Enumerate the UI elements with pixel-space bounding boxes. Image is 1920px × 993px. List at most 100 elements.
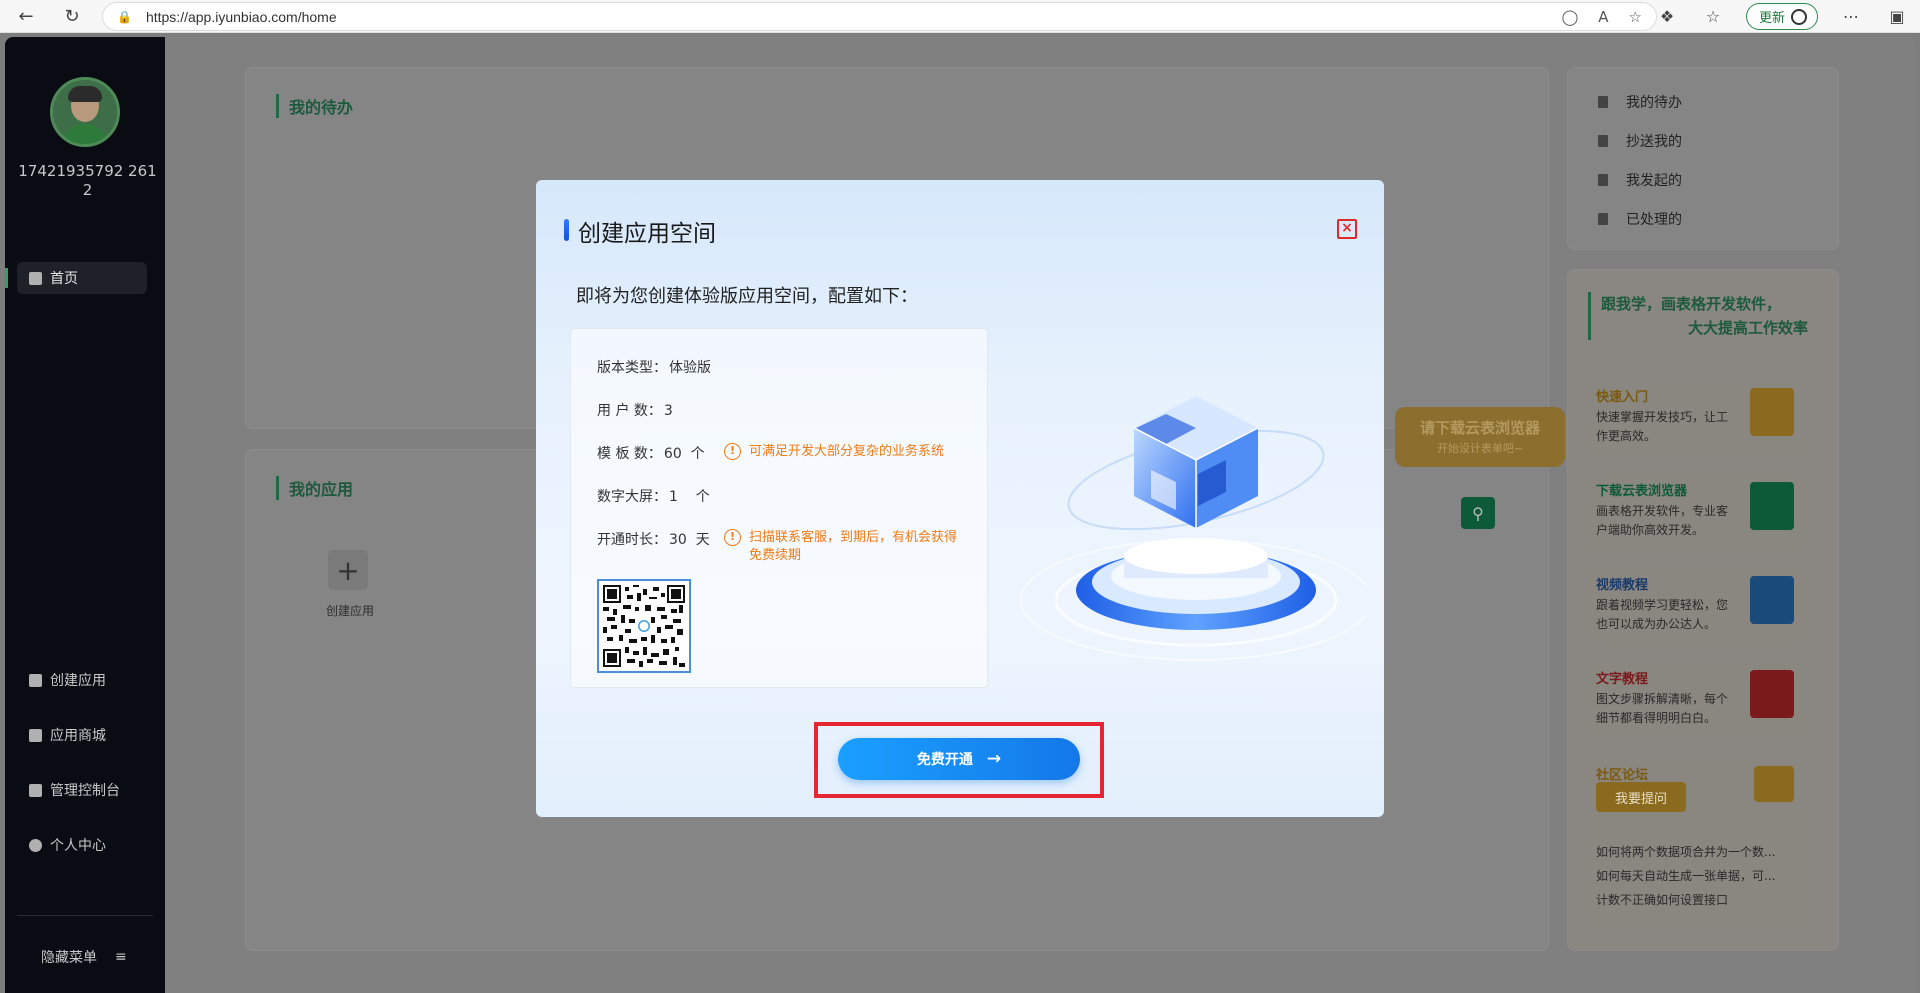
link-label: 已处理的 [1626, 212, 1682, 228]
doc-icon [1598, 174, 1608, 186]
row-label: 模 板 数： [597, 446, 662, 462]
forum-post[interactable]: 如何将两个数据项合并为一个数... [1596, 840, 1796, 864]
refresh-icon[interactable]: ↻ [58, 2, 86, 30]
forum-post[interactable]: 计数不正确如何设置接口 [1596, 888, 1796, 912]
promo-title: 请下载云表浏览器 [1419, 419, 1540, 437]
create-space-modal: 创建应用空间 × 即将为您创建体验版应用空间，配置如下： 版本类型： 体验版 用 … [536, 180, 1384, 817]
quick-links-card: 我的待办 抄送我的 我发起的 已处理的 [1567, 67, 1839, 250]
link-initiated[interactable]: 我发起的 [1598, 170, 1682, 190]
sidebar-toggle-icon[interactable]: ▣ [1874, 7, 1920, 26]
version-type-row: 版本类型： 体验版 [597, 357, 711, 377]
download-icon [1750, 482, 1794, 530]
ask-question-button[interactable]: 我要提问 [1596, 782, 1686, 812]
link-my-todo[interactable]: 我的待办 [1598, 92, 1682, 112]
modal-title: 创建应用空间 [564, 214, 716, 248]
templates-row: 模 板 数： 60 个 [597, 443, 705, 463]
screens-row: 数字大屏： 1 个 [597, 486, 710, 506]
card-desc: 画表格开发软件，专业客户端助你高效开发。 [1596, 504, 1729, 537]
sidebar: 17421935792 2612 首页 创建应用 应用商城 管理控制台 个人中心… [5, 37, 165, 993]
arrow-right-icon: → [986, 749, 1002, 769]
row-value: 3 [663, 403, 673, 419]
learn-card: 跟我学，画表格开发软件， 大大提高工作效率 快速入门 快速掌握开发技巧，让工作更… [1567, 269, 1839, 951]
warning-icon: ! [724, 529, 741, 546]
update-button[interactable]: 更新 [1745, 3, 1818, 30]
link-label: 抄送我的 [1626, 134, 1682, 150]
user-icon [29, 838, 42, 852]
users-row: 用 户 数： 3 [597, 400, 673, 420]
console-icon [29, 783, 42, 797]
sidebar-item-app-store[interactable]: 应用商城 [17, 719, 147, 751]
card-title: 视频教程 [1596, 578, 1649, 593]
clipboard-icon [1598, 213, 1608, 225]
row-value: 30 天 [669, 532, 710, 548]
link-cc-me[interactable]: 抄送我的 [1598, 131, 1682, 151]
sidebar-item-create-app[interactable]: 创建应用 [17, 664, 147, 696]
forum-post-list: 如何将两个数据项合并为一个数... 如何每天自动生成一张单据，可... 计数不正… [1596, 840, 1796, 912]
cube-platform-illustration [1020, 396, 1366, 661]
send-icon [1598, 135, 1608, 147]
search-icon[interactable]: ⚲ [1461, 497, 1495, 529]
back-icon[interactable]: ← [12, 2, 40, 30]
text-tutorial-card[interactable]: 文字教程 图文步骤拆解清晰，每个细节都看得明明白白。 [1588, 664, 1806, 738]
video-tutorial-card[interactable]: 视频教程 跟着视频学习更轻松，您也可以成为办公达人。 [1588, 570, 1806, 644]
doc-icon [1598, 96, 1608, 108]
card-desc: 图文步骤拆解清晰，每个细节都看得明明白白。 [1596, 692, 1729, 725]
promo-subtitle: 开始设计表单吧~ [1436, 442, 1524, 455]
collapse-menu-icon: ≡ [115, 949, 127, 965]
duration-warning: 扫描联系客服，到期后，有机会获得免费续期 [749, 530, 958, 563]
address-bar[interactable]: 🔒 https://app.iyunbiao.com/home ◯ A ☆ [102, 2, 1657, 31]
learn-title-line2: 大大提高工作效率 [1687, 319, 1808, 337]
config-box: 版本类型： 体验版 用 户 数： 3 模 板 数： 60 个 ! 可满足开发大部分复杂… [570, 328, 988, 688]
browser-toolbar: ← ↻ 🔒 https://app.iyunbiao.com/home ◯ A … [0, 0, 1920, 33]
download-browser-card[interactable]: 下载云表浏览器 画表格开发软件，专业客户端助你高效开发。 [1588, 476, 1806, 550]
sidebar-divider [17, 915, 153, 916]
translate-icon[interactable]: ◯ [1561, 8, 1578, 26]
row-value: 60 个 [663, 446, 705, 462]
qr-code-image [603, 585, 685, 667]
sidebar-item-label: 应用商城 [50, 728, 106, 744]
quick-start-card[interactable]: 快速入门 快速掌握开发技巧，让工作更高效。 [1588, 382, 1806, 456]
sidebar-item-label: 个人中心 [50, 838, 106, 854]
forum-card: 社区论坛 我要提问 如何将两个数据项合并为一个数... 如何每天自动生成一张单据… [1588, 760, 1806, 930]
customer-service-qr-code [597, 579, 691, 673]
heart-icon [1791, 8, 1807, 25]
home-icon [29, 271, 42, 285]
lock-icon: 🔒 [117, 9, 132, 24]
sidebar-item-label: 首页 [50, 271, 78, 287]
more-icon[interactable]: ⋯ [1828, 7, 1874, 26]
hide-menu-label: 隐藏菜单 [41, 950, 97, 966]
templates-warning: 可满足开发大部分复杂的业务系统 [749, 444, 945, 459]
sidebar-item-home[interactable]: 首页 [5, 262, 147, 294]
hide-menu-button[interactable]: 隐藏菜单 ≡ [41, 947, 127, 967]
link-processed[interactable]: 已处理的 [1598, 209, 1682, 229]
card-desc: 跟着视频学习更轻松，您也可以成为办公达人。 [1596, 598, 1729, 631]
read-aloud-icon[interactable]: A [1598, 8, 1608, 26]
question-icon [1750, 670, 1794, 718]
learn-title-line1: 跟我学，画表格开发软件， [1601, 295, 1782, 313]
card-title: 文字教程 [1596, 672, 1649, 687]
apps-title: 我的应用 [276, 476, 353, 500]
sidebar-item-label: 管理控制台 [50, 783, 120, 799]
row-value: 1 个 [669, 489, 710, 505]
sidebar-item-profile[interactable]: 个人中心 [17, 829, 147, 861]
favorites-icon[interactable]: ☆ [1690, 7, 1736, 26]
sidebar-item-console[interactable]: 管理控制台 [17, 774, 147, 806]
link-label: 我发起的 [1626, 173, 1682, 189]
avatar-hair [68, 86, 102, 102]
free-activate-button[interactable]: 免费开通 → [838, 738, 1080, 780]
update-label: 更新 [1758, 11, 1785, 26]
url-text: https://app.iyunbiao.com/home [145, 8, 337, 25]
book-icon [1750, 388, 1794, 436]
cta-label: 免费开通 [916, 752, 973, 768]
forum-post[interactable]: 如何每天自动生成一张单据，可... [1596, 864, 1796, 888]
sidebar-item-label: 创建应用 [50, 673, 106, 689]
ask-label: 我要提问 [1614, 791, 1667, 807]
download-promo: 请下载云表浏览器 开始设计表单吧~ ⚲ [1395, 407, 1585, 529]
duration-row: 开通时长： 30 天 [597, 529, 710, 549]
close-icon[interactable]: × [1337, 219, 1357, 239]
create-app-button[interactable]: + [328, 550, 368, 590]
extensions-icon[interactable]: ❖ [1644, 7, 1690, 26]
shop-icon [29, 728, 42, 742]
favorite-star-icon[interactable]: ☆ [1629, 8, 1642, 26]
avatar[interactable] [50, 77, 120, 147]
